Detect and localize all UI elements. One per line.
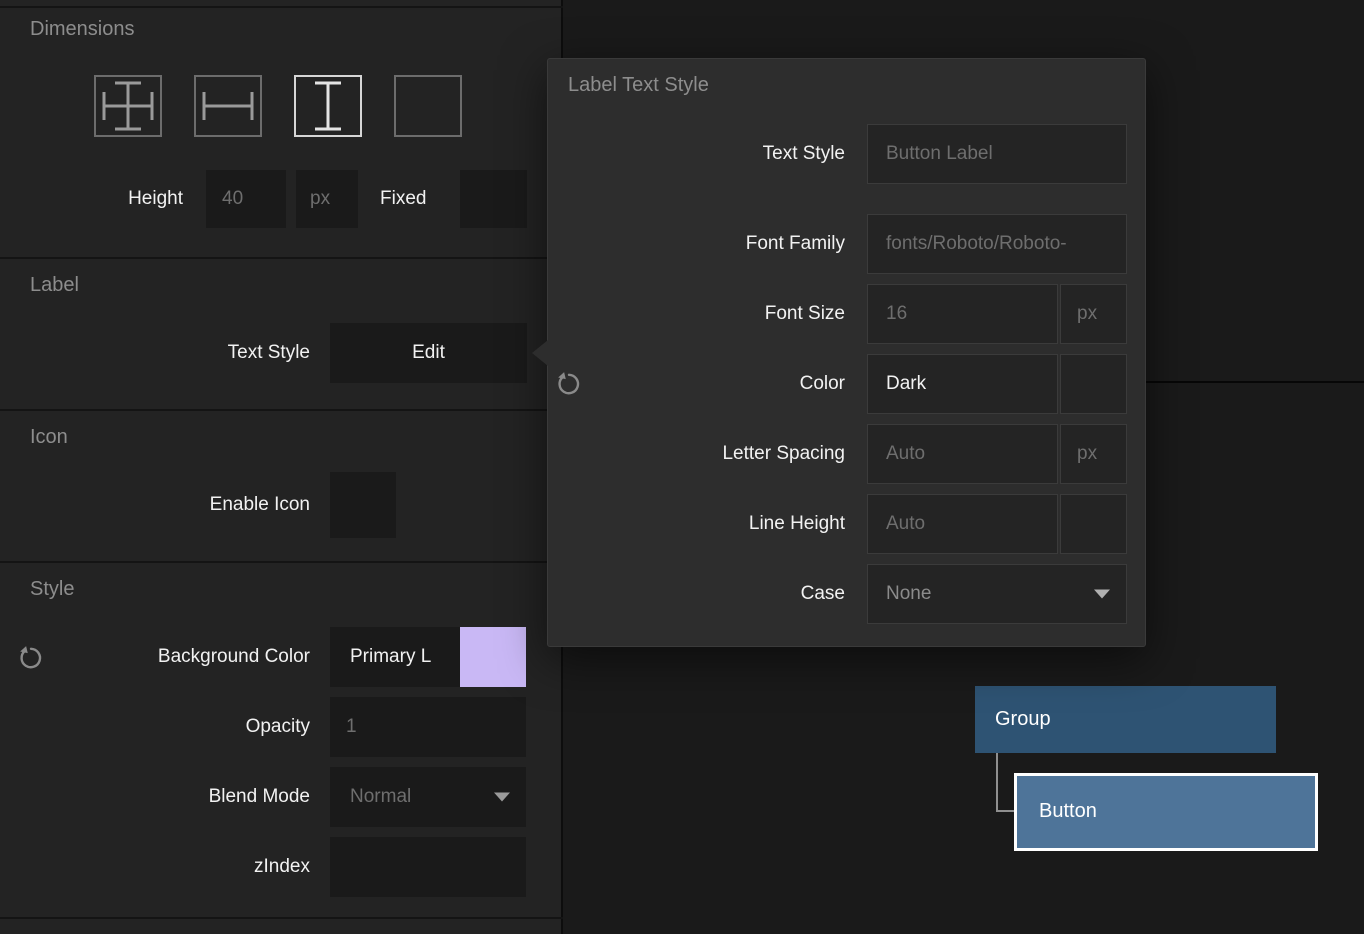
color-unit-box[interactable] bbox=[1060, 354, 1127, 414]
zindex-label: zIndex bbox=[60, 837, 310, 897]
group-node[interactable]: Group bbox=[975, 686, 1276, 753]
opacity-label: Opacity bbox=[60, 697, 310, 757]
case-label: Case bbox=[801, 564, 845, 624]
fixed-label: Fixed bbox=[380, 170, 426, 228]
letter-spacing-input[interactable] bbox=[867, 424, 1058, 484]
section-title-dimensions: Dimensions bbox=[30, 18, 134, 41]
case-select[interactable]: None bbox=[867, 564, 1127, 624]
fixed-checkbox[interactable] bbox=[460, 170, 527, 228]
chevron-down-icon bbox=[494, 793, 510, 802]
popover-caret bbox=[532, 340, 548, 366]
height-input[interactable] bbox=[206, 170, 286, 228]
divider bbox=[0, 409, 563, 411]
background-color-swatch[interactable] bbox=[460, 627, 526, 687]
case-value: None bbox=[886, 583, 931, 604]
text-style-input[interactable] bbox=[867, 124, 1127, 184]
line-height-input[interactable] bbox=[867, 494, 1058, 554]
sizing-mode-width-button[interactable] bbox=[194, 75, 262, 137]
font-family-input[interactable] bbox=[867, 214, 1127, 274]
zindex-input[interactable] bbox=[330, 837, 526, 897]
sizing-mode-both-button[interactable] bbox=[94, 75, 162, 137]
text-style-edit-button[interactable]: Edit bbox=[330, 323, 527, 383]
line-height-unit-box[interactable] bbox=[1060, 494, 1127, 554]
chevron-down-icon bbox=[1094, 590, 1110, 599]
section-title-label: Label bbox=[30, 274, 79, 297]
letter-spacing-label: Letter Spacing bbox=[722, 424, 845, 484]
reset-icon bbox=[556, 371, 582, 397]
sizing-mode-height-button[interactable] bbox=[294, 75, 362, 137]
opacity-input[interactable] bbox=[330, 697, 526, 757]
section-title-style: Style bbox=[30, 578, 74, 601]
color-label: Color bbox=[800, 354, 845, 414]
artboard-edge bbox=[1146, 381, 1364, 383]
line-height-label: Line Height bbox=[749, 494, 845, 554]
divider bbox=[0, 561, 563, 563]
tree-connector-line bbox=[996, 753, 998, 812]
tree-connector-line bbox=[996, 810, 1015, 812]
font-size-input[interactable] bbox=[867, 284, 1058, 344]
enable-icon-checkbox[interactable] bbox=[330, 472, 396, 538]
letter-spacing-unit-label: px bbox=[1060, 424, 1127, 484]
blend-mode-select[interactable]: Normal bbox=[330, 767, 526, 827]
enable-icon-label: Enable Icon bbox=[60, 472, 310, 538]
popover-text-style-label: Text Style bbox=[763, 124, 845, 184]
font-size-unit-label: px bbox=[1060, 284, 1127, 344]
size-height-icon bbox=[296, 77, 360, 135]
divider bbox=[0, 257, 563, 259]
background-color-value-button[interactable]: Primary L bbox=[330, 627, 460, 687]
size-width-icon bbox=[196, 77, 260, 135]
font-size-label: Font Size bbox=[765, 284, 845, 344]
app-root: Group Button Dimensions bbox=[0, 0, 1364, 934]
style-reset-button[interactable] bbox=[18, 644, 46, 672]
size-both-axes-icon bbox=[96, 77, 160, 135]
blend-mode-label: Blend Mode bbox=[60, 767, 310, 827]
inspector-panel: Dimensions bbox=[0, 0, 563, 934]
popover-title: Label Text Style bbox=[568, 74, 709, 97]
height-label: Height bbox=[60, 170, 183, 228]
sizing-mode-none-button[interactable] bbox=[394, 75, 462, 137]
section-title-icon: Icon bbox=[30, 426, 68, 449]
blend-mode-value: Normal bbox=[350, 786, 411, 807]
button-node[interactable]: Button bbox=[1014, 773, 1318, 851]
divider bbox=[0, 6, 563, 8]
label-text-style-popover: Label Text Style Text Style Font Family … bbox=[547, 58, 1146, 647]
size-none-icon bbox=[396, 77, 460, 135]
font-family-label: Font Family bbox=[746, 214, 845, 274]
divider bbox=[0, 917, 563, 919]
reset-icon bbox=[18, 645, 44, 671]
text-style-label: Text Style bbox=[60, 323, 310, 383]
color-reset-button[interactable] bbox=[556, 370, 584, 398]
height-unit-label: px bbox=[296, 170, 358, 228]
color-input[interactable] bbox=[867, 354, 1058, 414]
background-color-label: Background Color bbox=[60, 627, 310, 687]
